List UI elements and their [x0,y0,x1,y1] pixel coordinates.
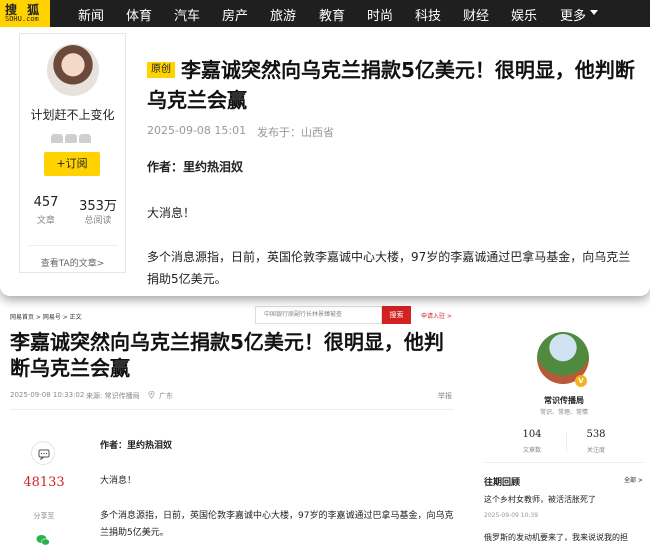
follow-button[interactable]: +订阅 [44,152,100,176]
articles-label: 文章 [36,216,55,226]
report-link[interactable]: 举报 [438,391,452,401]
netease-article-panel: 网易首页 > 网易号 > 正文 中国银行原副行长林景臻被查 搜索 申请入驻 > … [0,296,650,547]
screenshot-stage: 搜 狐 SOHU.com 新闻 体育 汽车 房产 旅游 教育 时尚 科技 财经 … [0,0,650,547]
location-pin-icon [148,391,155,399]
sohu-article-panel: 搜 狐 SOHU.com 新闻 体育 汽车 房产 旅游 教育 时尚 科技 财经 … [0,0,650,296]
verified-badge: V [575,375,587,387]
wechat-icon[interactable] [36,534,50,546]
badge-icon [79,134,91,143]
account-followers-label: 关注度 [586,447,605,454]
share-label: 分享至 [33,512,55,520]
article-paragraph: 大消息！ [147,206,196,220]
breadcrumb[interactable]: 网易首页 > 网易号 > 正文 [10,312,82,321]
author-badges [51,128,97,143]
divider [566,432,567,452]
article-paragraph: 多个消息源指，日前，英国伦敦李嘉诚中心大楼，97岁的李嘉诚通过巴拿马基金，向乌克… [100,511,454,538]
apply-join-link[interactable]: 申请入驻 > [421,311,452,320]
article-source[interactable]: 来源: 常识传播局 [86,391,140,401]
nav-item-education[interactable]: 教育 [319,5,345,24]
page-title: 李嘉诚突然向乌克兰捐款5亿美元！很明显，他判断乌克兰会赢 [10,330,444,380]
publish-date: 2025-09-08 15:01 [147,124,247,137]
badge-icon [65,134,77,143]
publish-location: 发布于：山西省 [257,126,334,139]
comment-count[interactable]: 48133 [20,475,68,490]
nav-item-news[interactable]: 新闻 [78,5,104,24]
account-name[interactable]: 常识传播局 [500,395,628,406]
list-item-date: 2025-09-09 10:39 [484,512,539,519]
article-paragraph: 大消息！ [100,476,137,486]
comment-bubble-icon [38,449,50,461]
search-input[interactable]: 中国银行原副行长林景臻被查 [255,306,382,324]
original-badge: 原创 [147,62,175,78]
list-item[interactable]: 这个乡村女教师，被活活胀死了 [484,494,644,505]
account-articles-label: 文章数 [522,447,541,454]
nav-item-more[interactable]: 更多 [560,5,586,24]
past-articles-heading: 往期回顾 [484,478,521,488]
past-articles-all-link[interactable]: 全部 > [624,475,643,484]
divider [484,462,644,463]
account-description: 常识、常理、常情 [539,409,588,416]
divider [28,245,118,246]
page-title: 李嘉诚突然向乌克兰捐款5亿美元！很明显，他判断乌克兰会赢 [147,58,635,112]
nav-item-fashion[interactable]: 时尚 [367,5,393,24]
nav-item-sports[interactable]: 体育 [126,5,152,24]
author-name[interactable]: 计划赶不上变化 [20,106,125,123]
account-followers-count: 538 [586,429,606,440]
nav-item-tech[interactable]: 科技 [415,5,441,24]
article-author: 作者：里约热泪奴 [147,160,244,174]
reads-count: 353万 [79,199,117,214]
nav-item-travel[interactable]: 旅游 [270,5,296,24]
author-card: 计划赶不上变化 +订阅 457 353万 文章 总阅读 查看TA的文章> [19,33,126,273]
article-paragraph: 多个消息源指，日前，英国伦敦李嘉诚中心大楼，97岁的李嘉诚通过巴拿马基金，向乌克… [147,250,631,286]
sohu-logo[interactable]: 搜 狐 SOHU.com [0,0,50,27]
search-button[interactable]: 搜索 [382,306,411,324]
nav-item-realestate[interactable]: 房产 [222,5,248,24]
comment-icon[interactable] [31,441,55,465]
sohu-logo-sub: SOHU.com [5,15,39,23]
nav-item-entertainment[interactable]: 娱乐 [511,5,537,24]
publish-location: 广东 [159,392,173,400]
sohu-top-nav: 搜 狐 SOHU.com 新闻 体育 汽车 房产 旅游 教育 时尚 科技 财经 … [0,0,650,27]
articles-count: 457 [33,195,59,210]
badge-icon [51,134,63,143]
account-articles-count: 104 [522,429,542,440]
publish-date: 2025-09-08 10:33:02 [10,391,85,399]
nav-item-finance[interactable]: 财经 [463,5,489,24]
avatar[interactable] [47,44,99,96]
chevron-down-icon[interactable] [590,10,598,15]
view-author-articles-link[interactable]: 查看TA的文章> [20,256,125,269]
reads-label: 总阅读 [84,216,112,226]
nav-item-auto[interactable]: 汽车 [174,5,200,24]
divider [10,409,454,410]
article-author: 作者：里约热泪奴 [100,441,173,451]
list-item[interactable]: 俄罗斯的发动机要来了，我来说说我的担 [484,532,644,543]
